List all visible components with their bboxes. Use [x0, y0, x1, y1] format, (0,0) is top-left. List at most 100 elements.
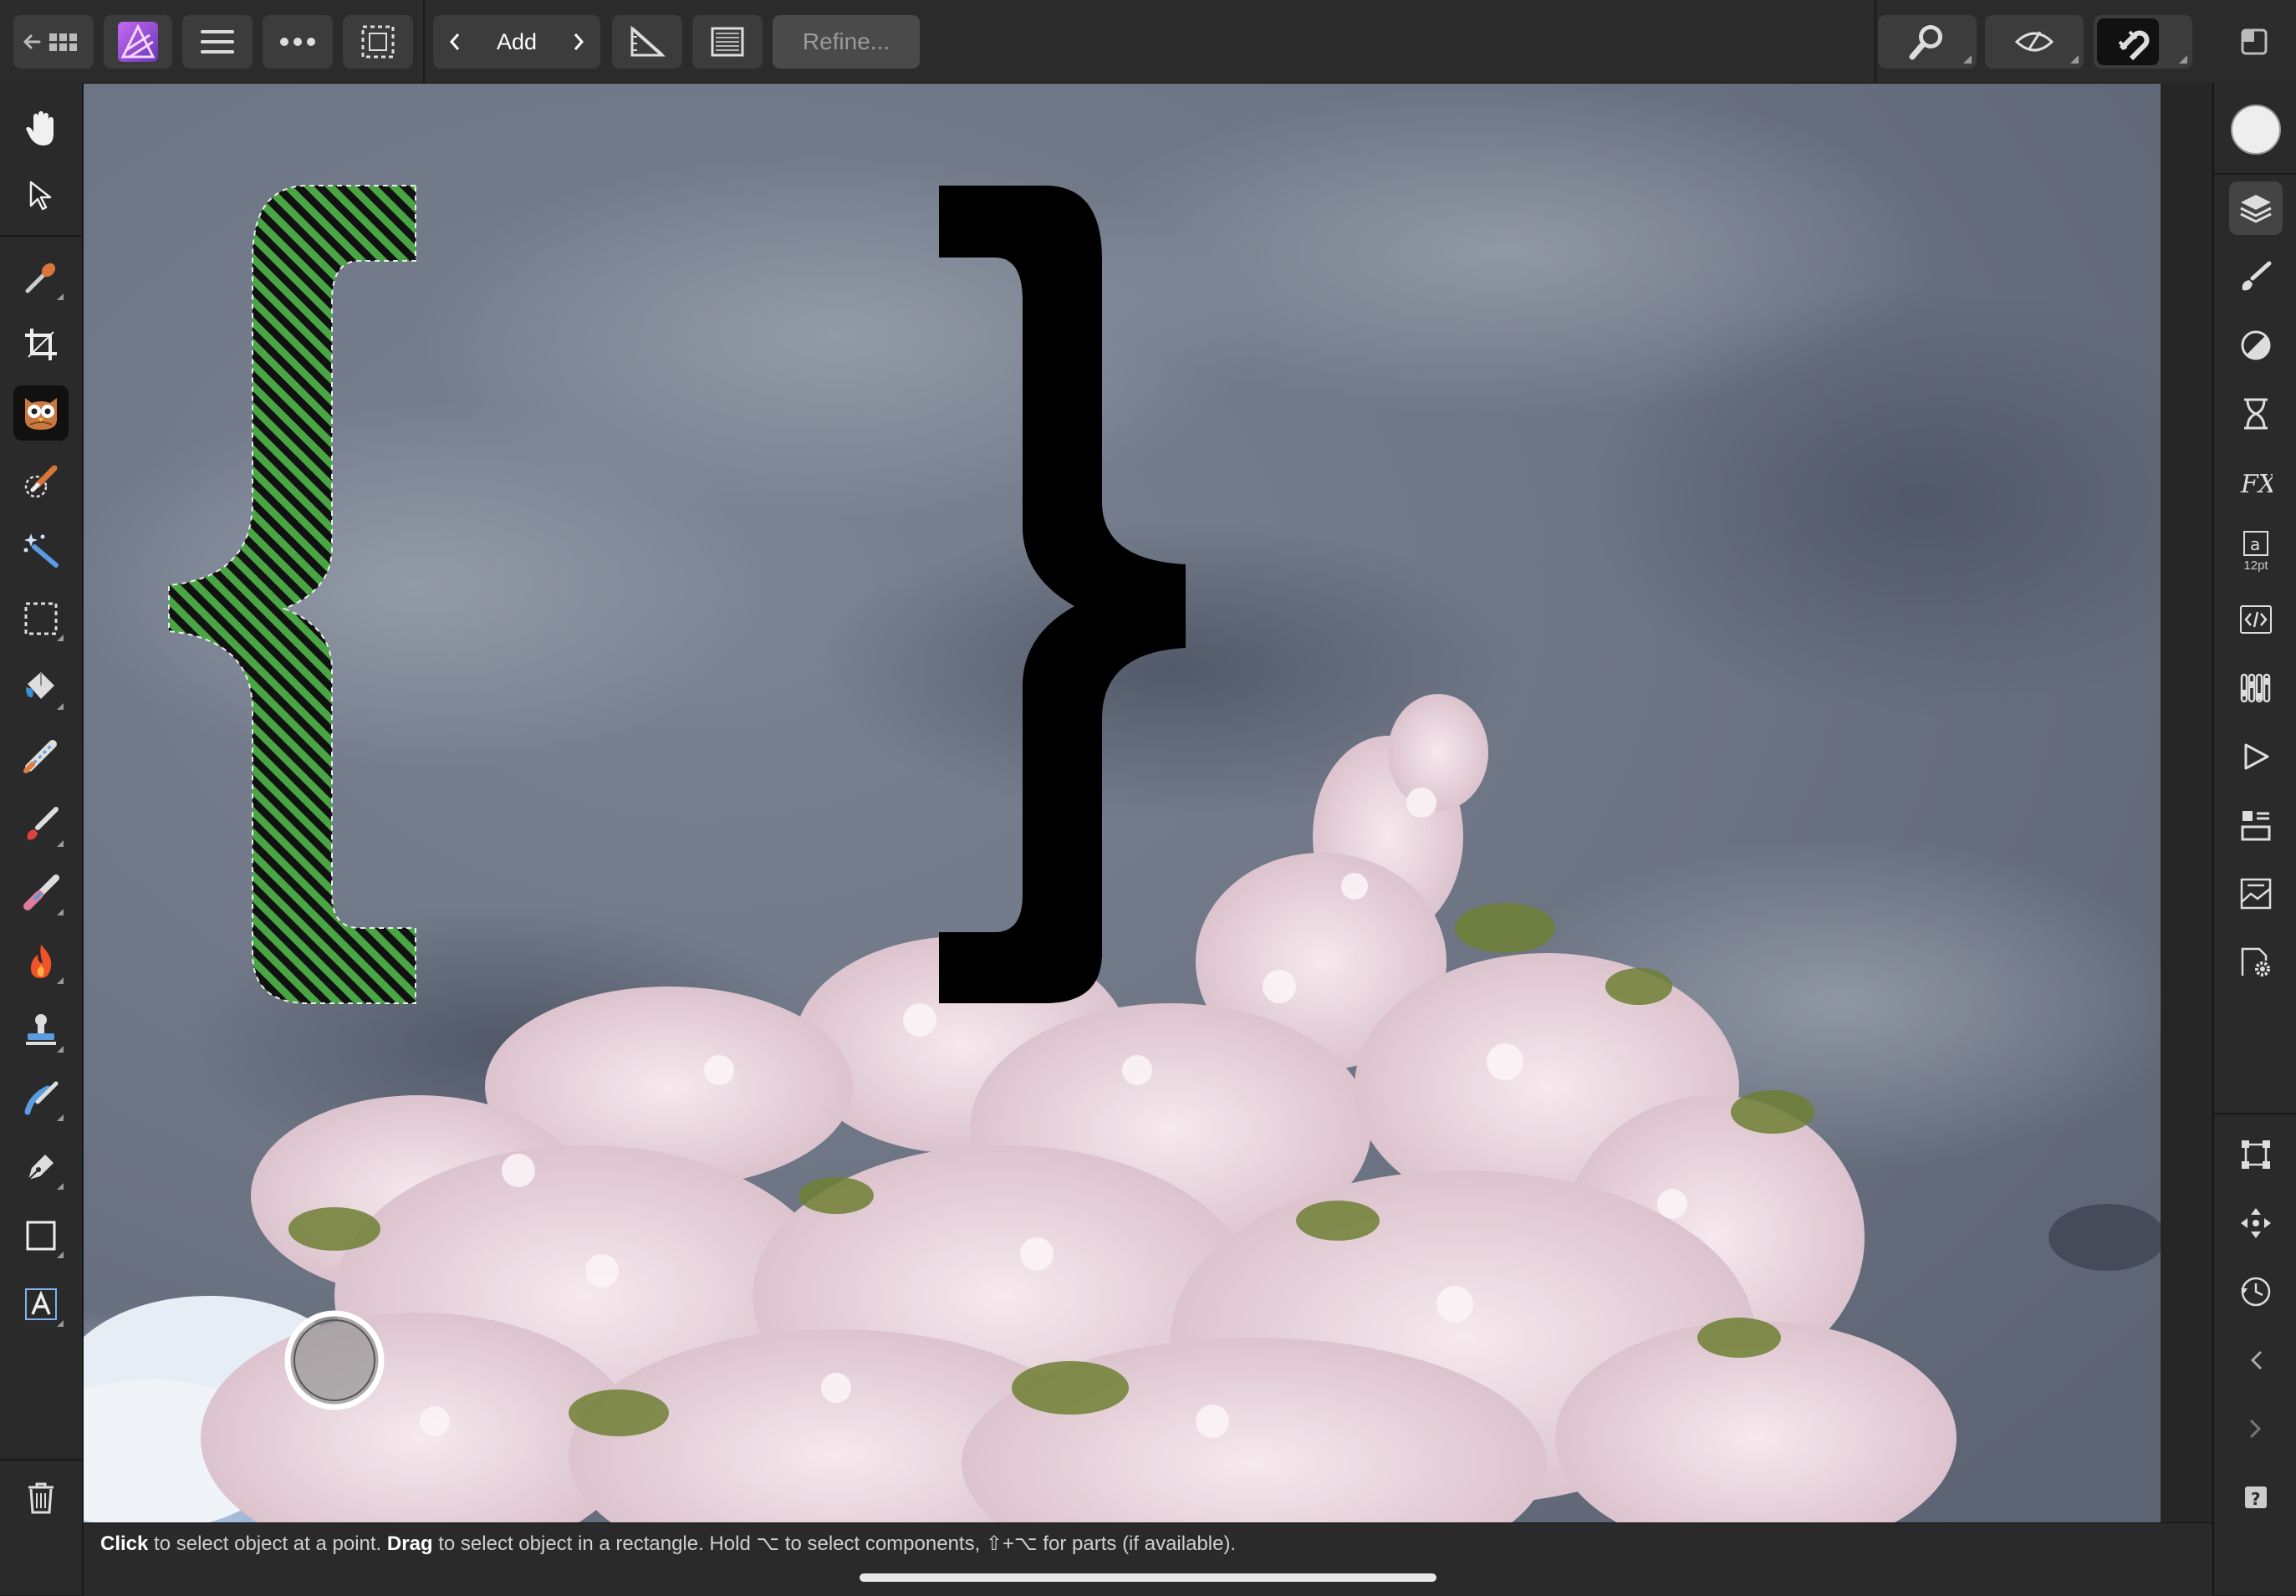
rectangle-tool[interactable] — [13, 1208, 69, 1263]
svg-text:?: ? — [2251, 1489, 2261, 1509]
top-toolbar: Add Refine... — [0, 0, 2296, 84]
flood-fill-tool[interactable] — [13, 660, 69, 715]
svg-text:a: a — [2250, 534, 2260, 554]
code-studio-button[interactable] — [2229, 593, 2283, 646]
paint-brush-tool[interactable] — [13, 797, 69, 852]
document-canvas[interactable] — [84, 84, 2161, 1522]
fx-icon: FX — [2240, 470, 2273, 499]
color-swatch-icon — [2231, 105, 2281, 155]
selection-brush-alt-tool[interactable] — [13, 385, 69, 441]
burn-brush-tool[interactable] — [13, 934, 69, 989]
document-settings-button[interactable] — [2229, 936, 2283, 989]
character-size-label: 12pt — [2243, 558, 2268, 573]
rectangular-marquee-tool[interactable] — [13, 591, 69, 646]
paint-mixer-brush-tool[interactable] — [13, 728, 69, 783]
history-clock-button[interactable] — [2229, 1265, 2283, 1318]
flood-select-tool[interactable] — [13, 523, 69, 578]
assistant-button[interactable] — [1985, 15, 2084, 69]
play-icon — [2244, 743, 2269, 770]
selection-mode-button[interactable] — [343, 15, 413, 69]
effects-studio-button[interactable]: FX — [2229, 456, 2283, 509]
redo-button[interactable] — [2229, 1402, 2283, 1456]
zoom-button[interactable] — [1878, 15, 1977, 69]
window-mode-button[interactable] — [2221, 15, 2288, 69]
dropdown-corner — [1963, 55, 1972, 64]
window-icon — [2241, 28, 2268, 55]
refine-button[interactable]: Refine... — [773, 15, 920, 69]
selection-brush-icon — [24, 465, 58, 498]
undo-button[interactable] — [2229, 1333, 2283, 1387]
move-studio-button[interactable] — [2229, 1196, 2283, 1250]
owl-icon — [25, 398, 57, 430]
chevron-left-icon — [2250, 1350, 2263, 1370]
brushes-studio-button[interactable] — [2229, 250, 2283, 303]
more-options-button[interactable] — [263, 15, 333, 69]
chevron-left-icon[interactable] — [448, 32, 462, 52]
quick-mask-button[interactable] — [692, 15, 763, 69]
move-icon — [2241, 1208, 2271, 1238]
context-hint-bar: Click to select object at a point. Drag … — [84, 1522, 2212, 1596]
chevron-right-icon[interactable] — [572, 32, 585, 52]
selection-marquee-icon — [361, 25, 395, 59]
color-swatch-button[interactable] — [2229, 103, 2283, 156]
macro-studio-button[interactable] — [2229, 730, 2283, 783]
artistic-text-tool[interactable] — [13, 1277, 69, 1332]
text-icon — [25, 1288, 57, 1320]
crop-tool[interactable] — [13, 317, 69, 372]
layers-icon — [2240, 195, 2272, 223]
smudge-brush-tool[interactable] — [13, 1071, 69, 1126]
hint-keyword-drag: Drag — [386, 1532, 433, 1555]
erase-brush-tool[interactable] — [13, 865, 69, 920]
move-tool[interactable] — [13, 168, 69, 223]
affinity-photo-logo-icon — [118, 22, 158, 62]
styles-icon — [2241, 811, 2271, 841]
studio-panel: FX a 12pt ? — [2212, 83, 2296, 1595]
layers-studio-button[interactable] — [2229, 181, 2283, 235]
channels-icon — [2240, 673, 2271, 703]
mask-overlay-icon — [711, 27, 744, 57]
panel-separator — [2214, 1113, 2296, 1114]
move-arrow-icon — [29, 181, 52, 211]
crop-icon — [25, 329, 57, 360]
pen-tool[interactable] — [13, 1140, 69, 1195]
magnet-icon — [2118, 30, 2150, 60]
adjustments-icon — [2241, 330, 2271, 360]
history-studio-button[interactable] — [2229, 387, 2283, 441]
character-studio-button[interactable]: a 12pt — [2229, 524, 2283, 578]
home-indicator[interactable] — [860, 1573, 1436, 1582]
toolbar-divider — [423, 0, 425, 83]
hint-part: to select object in a rectangle. Hold ⌥ … — [432, 1532, 1237, 1555]
brush-cursor — [284, 1310, 385, 1410]
magnifier-icon — [1909, 25, 1942, 60]
assistant-eye-icon — [2014, 31, 2054, 52]
app-logo-button[interactable] — [104, 15, 172, 69]
selection-brush-tool[interactable] — [13, 454, 69, 509]
soft-edges-button[interactable] — [612, 15, 682, 69]
clone-brush-tool[interactable] — [13, 1002, 69, 1058]
help-button[interactable]: ? — [2229, 1471, 2283, 1524]
panel-separator — [2214, 173, 2296, 175]
transform-studio-button[interactable] — [2229, 1128, 2283, 1181]
view-tool[interactable] — [13, 101, 69, 156]
mode-stepper[interactable]: Add — [433, 15, 600, 69]
menu-button[interactable] — [182, 15, 253, 69]
photo-sky-blossom[interactable] — [84, 84, 2161, 1522]
color-picker-tool[interactable] — [13, 250, 69, 305]
styles-studio-button[interactable] — [2229, 798, 2283, 852]
history-icon — [2244, 398, 2268, 430]
hand-icon — [26, 111, 54, 145]
brushes-icon — [2242, 261, 2272, 291]
transform-icon — [2242, 1140, 2270, 1169]
adjustments-studio-button[interactable] — [2229, 319, 2283, 372]
tools-panel — [0, 83, 83, 1595]
back-grid-icon — [23, 33, 77, 51]
back-to-gallery-button[interactable] — [13, 15, 94, 69]
channels-studio-button[interactable] — [2229, 661, 2283, 715]
navigator-studio-button[interactable] — [2229, 867, 2283, 920]
snapping-button[interactable] — [2094, 15, 2192, 69]
tool-separator — [0, 235, 82, 237]
hint-part: to select object at a point. — [148, 1532, 387, 1555]
erase-brush-icon — [23, 874, 59, 910]
delete-button[interactable] — [13, 1471, 69, 1526]
clone-stamp-icon — [26, 1014, 56, 1045]
